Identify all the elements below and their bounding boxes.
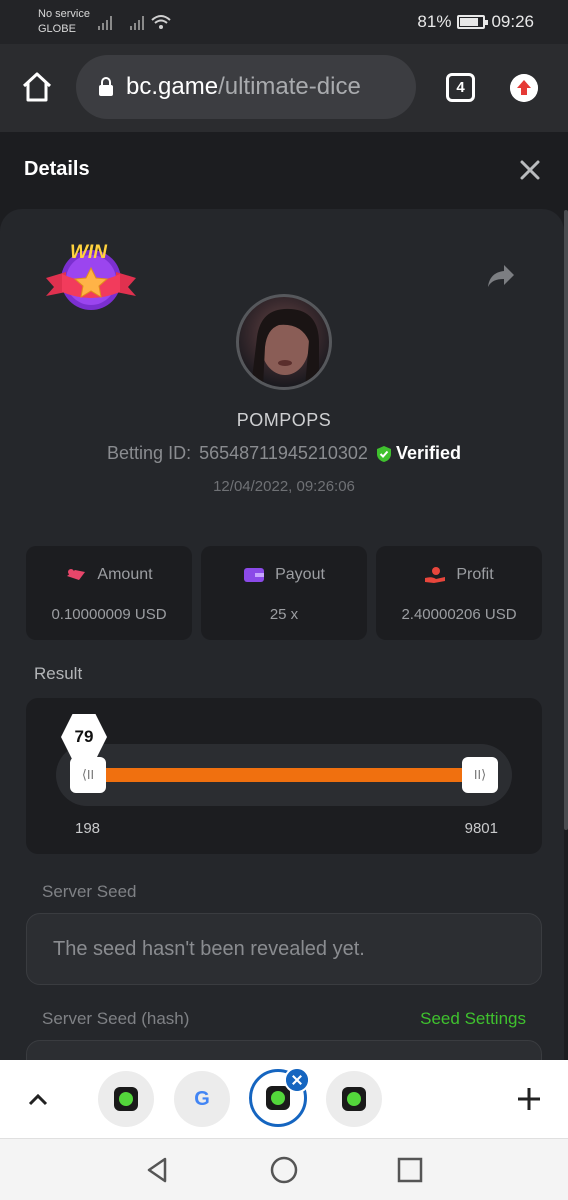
slider-left-handle[interactable]: ⟨II bbox=[70, 757, 106, 793]
stat-profit: Profit 2.40000206 USD bbox=[376, 546, 542, 640]
status-right: 81% 09:26 bbox=[417, 12, 534, 32]
update-icon[interactable] bbox=[510, 74, 538, 102]
url-host: bc.game bbox=[126, 73, 219, 100]
username: POMPOPS bbox=[236, 410, 332, 430]
carrier-info: No service GLOBE bbox=[38, 7, 90, 37]
clock: 09:26 bbox=[491, 12, 534, 31]
lock-icon bbox=[99, 77, 113, 96]
home-icon[interactable] bbox=[20, 70, 54, 104]
stat-payout: Payout 25 x bbox=[201, 546, 367, 640]
close-tab-icon[interactable] bbox=[284, 1067, 310, 1093]
stat-amount: Amount 0.10000009 USD bbox=[26, 546, 192, 640]
status-bar: No service GLOBE 81% 09:26 bbox=[0, 0, 568, 44]
tab-bcgame-2[interactable] bbox=[326, 1071, 382, 1127]
range-min: 198 bbox=[75, 820, 101, 837]
server-seed-hash-field bbox=[26, 1040, 542, 1060]
bcgame-logo-icon bbox=[114, 1087, 138, 1111]
slider-right-handle[interactable]: II⟩ bbox=[462, 757, 498, 793]
betting-id-label: Betting ID: bbox=[107, 443, 192, 463]
battery-icon bbox=[457, 15, 489, 29]
server-seed-field: The seed hasn't been revealed yet. bbox=[26, 913, 542, 985]
betting-id-row: Betting ID: 56548711945210302 Verified bbox=[0, 443, 568, 464]
wallet-icon bbox=[244, 568, 265, 582]
range-max: 9801 bbox=[464, 820, 498, 837]
slider-range-fill bbox=[88, 768, 498, 782]
tab-bcgame-1[interactable] bbox=[98, 1071, 154, 1127]
avatar bbox=[236, 294, 332, 390]
carrier-status: No service bbox=[38, 8, 90, 20]
plus-icon[interactable] bbox=[516, 1086, 542, 1112]
url-path: /ultimate-dice bbox=[218, 73, 361, 100]
stat-amount-value: 0.10000009 USD bbox=[51, 606, 167, 623]
betting-id-value: 56548711945210302 bbox=[199, 443, 368, 463]
home-circle-icon[interactable] bbox=[269, 1155, 299, 1185]
recents-icon[interactable] bbox=[395, 1155, 425, 1185]
hand-coin-icon bbox=[425, 567, 446, 583]
stat-amount-label: Amount bbox=[97, 566, 153, 583]
shield-check-icon bbox=[376, 445, 391, 462]
tab-google[interactable]: G bbox=[174, 1071, 230, 1127]
win-badge: WIN bbox=[44, 242, 138, 314]
chevron-up-icon[interactable] bbox=[26, 1088, 50, 1112]
address-bar[interactable]: bc.game/ultimate-dice bbox=[76, 55, 416, 119]
share-icon[interactable] bbox=[486, 263, 516, 289]
result-slider-panel: ⟨II II⟩ 79 198 9801 bbox=[26, 698, 542, 854]
stat-payout-value: 25 x bbox=[269, 606, 299, 623]
bet-timestamp: 12/04/2022, 09:26:06 bbox=[213, 478, 355, 495]
modal-title: Details bbox=[24, 158, 90, 180]
details-modal: Details WIN POMPOPS Betting ID: 56548711… bbox=[0, 132, 568, 1060]
result-label: Result bbox=[34, 664, 83, 683]
server-seed-label: Server Seed bbox=[42, 882, 137, 901]
seed-settings-link[interactable]: Seed Settings bbox=[420, 1009, 526, 1029]
browser-toolbar: bc.game/ultimate-dice 4 bbox=[0, 44, 568, 132]
bcgame-logo-icon bbox=[266, 1086, 290, 1110]
system-nav-bar bbox=[0, 1138, 568, 1200]
battery-percent: 81% bbox=[417, 12, 452, 31]
google-logo-icon: G bbox=[194, 1087, 210, 1110]
back-icon[interactable] bbox=[143, 1155, 173, 1185]
close-icon[interactable] bbox=[518, 158, 542, 182]
scrollbar[interactable] bbox=[564, 210, 568, 830]
verified-label: Verified bbox=[395, 443, 461, 463]
carrier-name: GLOBE bbox=[38, 23, 76, 35]
browser-tab-strip: G bbox=[0, 1060, 568, 1138]
server-seed-hash-label: Server Seed (hash) bbox=[42, 1009, 190, 1028]
stat-profit-label: Profit bbox=[456, 566, 494, 583]
money-icon bbox=[67, 569, 86, 580]
stat-profit-value: 2.40000206 USD bbox=[401, 606, 517, 623]
win-badge-text: WIN bbox=[70, 242, 107, 263]
tab-switcher-button[interactable]: 4 bbox=[446, 73, 475, 102]
signal-wifi-icon bbox=[98, 15, 171, 30]
stat-payout-label: Payout bbox=[275, 566, 325, 583]
verified-badge: Verified bbox=[376, 443, 461, 464]
bcgame-logo-icon bbox=[342, 1087, 366, 1111]
